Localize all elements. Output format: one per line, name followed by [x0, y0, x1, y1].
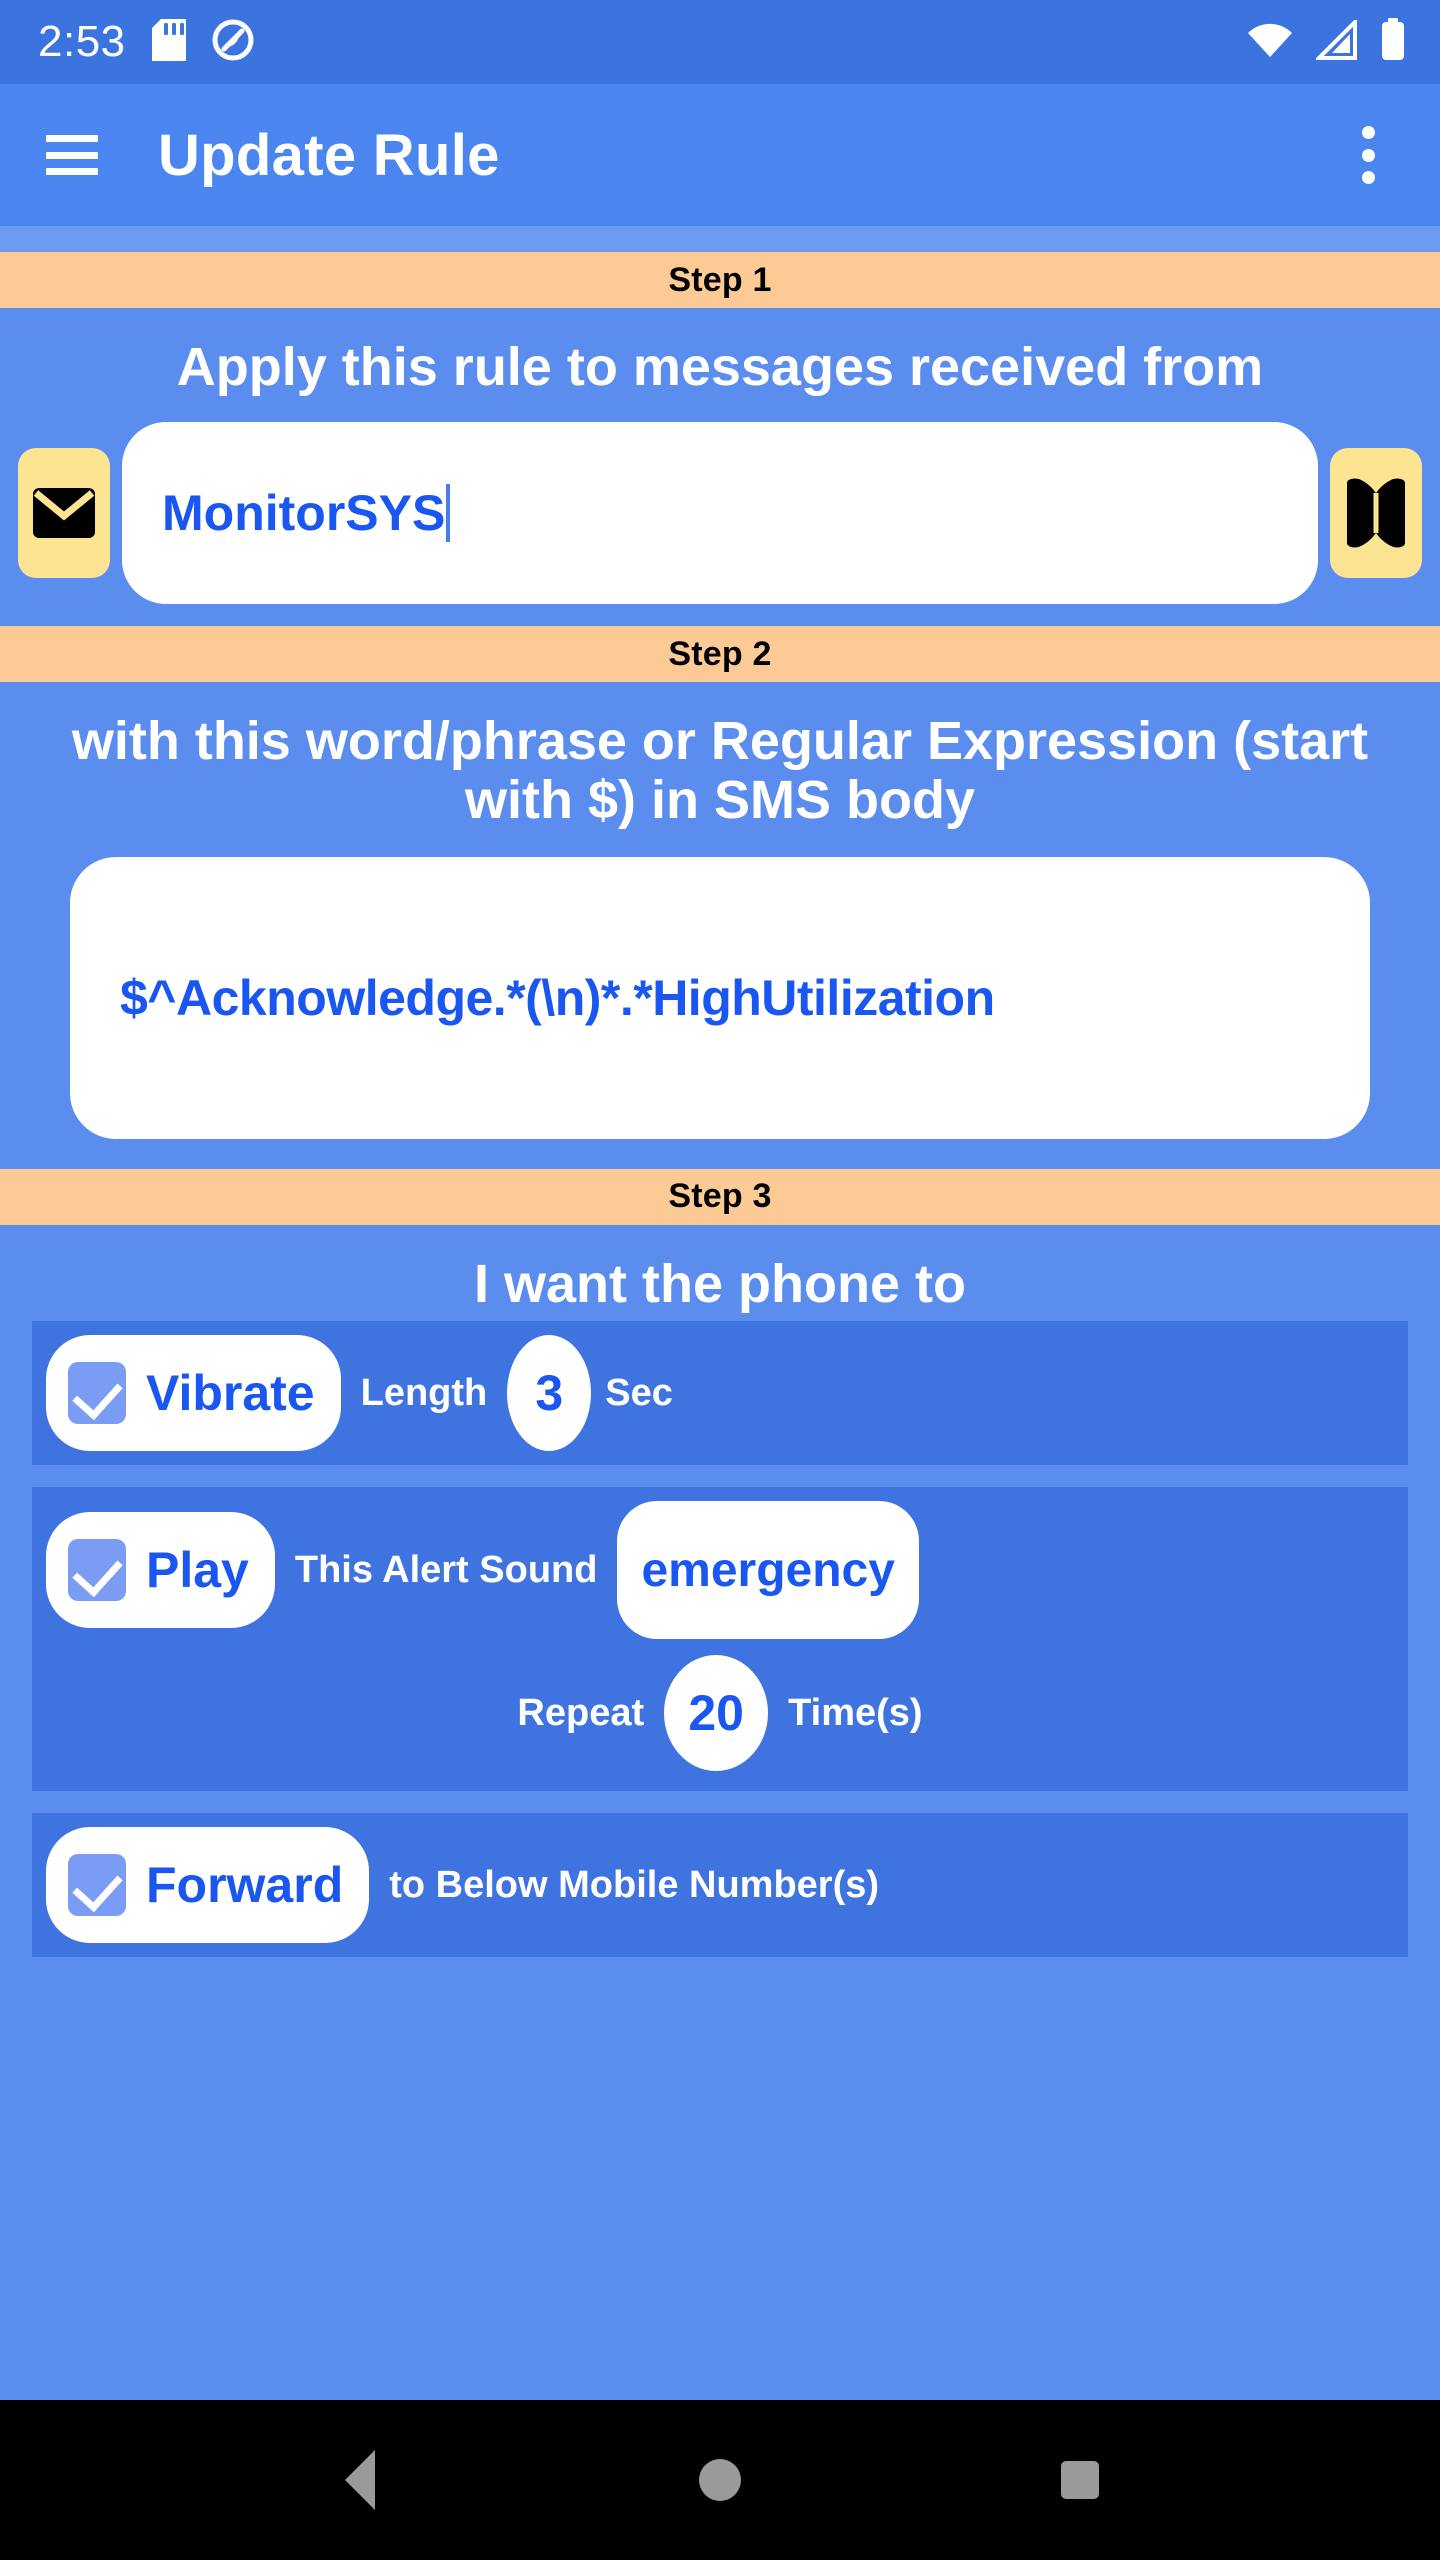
form-content: Step 1 Apply this rule to messages recei…	[0, 226, 1440, 2400]
step-3-banner: Step 3	[0, 1168, 1440, 1225]
status-bar-right	[1246, 16, 1406, 67]
step-2-heading: with this word/phrase or Regular Express…	[71, 711, 1369, 830]
action-list: Vibrate Length 3 Sec Play This Alert Sou…	[0, 1321, 1440, 1958]
alert-sound-value: emergency	[641, 1543, 895, 1597]
regex-field-wrap: $^Acknowledge.*(\n)*.*HighUtilization	[0, 837, 1440, 1169]
contacts-book-icon[interactable]	[1330, 448, 1422, 579]
vibrate-action-card: Vibrate Length 3 Sec	[32, 1321, 1408, 1466]
alert-sound-select[interactable]: emergency	[617, 1501, 919, 1640]
repeat-unit-label: Time(s)	[788, 1691, 923, 1734]
step-3-heading: I want the phone to	[474, 1253, 966, 1314]
text-cursor	[446, 484, 451, 543]
envelope-icon[interactable]	[18, 448, 110, 579]
app-bar: Update Rule	[0, 84, 1440, 226]
vibrate-row: Vibrate Length 3 Sec	[32, 1335, 1408, 1452]
forward-checkbox[interactable]	[68, 1854, 126, 1917]
play-row: Play This Alert Sound emergency	[32, 1501, 1408, 1640]
play-checkbox[interactable]	[68, 1539, 126, 1602]
forward-description: to Below Mobile Number(s)	[389, 1863, 880, 1906]
regex-input[interactable]: $^Acknowledge.*(\n)*.*HighUtilization	[70, 856, 1370, 1139]
sd-card-icon	[151, 18, 186, 66]
battery-icon	[1380, 17, 1406, 67]
vibrate-checkbox[interactable]	[68, 1362, 126, 1425]
forward-checkbox-pill[interactable]: Forward	[46, 1827, 370, 1944]
home-icon[interactable]	[660, 2420, 780, 2540]
page-title: Update Rule	[158, 122, 500, 188]
vibrate-length-input[interactable]: 3	[507, 1335, 592, 1452]
sender-input-value: MonitorSYS	[162, 485, 446, 542]
vibrate-length-value: 3	[535, 1365, 564, 1422]
do-not-disturb-icon	[212, 19, 254, 66]
vibrate-unit-label: Sec	[605, 1371, 673, 1414]
wifi-icon	[1246, 21, 1294, 64]
forward-action-card: Forward to Below Mobile Number(s)	[32, 1813, 1408, 1958]
status-clock: 2:53	[38, 17, 126, 66]
regex-input-value: $^Acknowledge.*(\n)*.*HighUtilization	[120, 969, 995, 1026]
play-label: Play	[146, 1542, 249, 1599]
step-1-banner: Step 1	[0, 252, 1440, 308]
overflow-menu-icon[interactable]	[1340, 120, 1396, 190]
step-2-label: Step 2	[668, 634, 772, 673]
status-bar: 2:53	[0, 0, 1440, 84]
play-checkbox-pill[interactable]: Play	[46, 1512, 275, 1629]
forward-row: Forward to Below Mobile Number(s)	[32, 1827, 1408, 1944]
step-1-label: Step 1	[668, 260, 772, 299]
play-sound-label: This Alert Sound	[294, 1548, 598, 1591]
vibrate-label: Vibrate	[146, 1365, 315, 1422]
content-top-strip	[0, 226, 1440, 252]
forward-label: Forward	[146, 1857, 344, 1914]
step-3-label: Step 3	[668, 1177, 772, 1216]
play-action-card: Play This Alert Sound emergency Repeat 2…	[32, 1487, 1408, 1792]
phone-screen: 2:53 Update Rule Step 1 Apply this rule …	[0, 0, 1440, 2560]
vibrate-length-label: Length	[360, 1371, 488, 1414]
sender-input[interactable]: MonitorSYS	[122, 422, 1318, 605]
repeat-row: Repeat 20 Time(s)	[32, 1639, 1408, 1777]
repeat-label: Repeat	[517, 1691, 645, 1734]
status-bar-left: 2:53	[38, 17, 254, 66]
cellular-signal-icon	[1314, 16, 1358, 65]
vibrate-checkbox-pill[interactable]: Vibrate	[46, 1335, 341, 1452]
repeat-count-value: 20	[688, 1685, 744, 1742]
step-1-heading: Apply this rule to messages received fro…	[176, 337, 1264, 397]
step-2-banner: Step 2	[0, 626, 1440, 683]
sender-row: MonitorSYS	[0, 404, 1440, 626]
android-nav-bar	[0, 2400, 1440, 2560]
repeat-count-input[interactable]: 20	[664, 1655, 769, 1772]
recents-icon[interactable]	[1020, 2420, 1140, 2540]
hamburger-menu-icon[interactable]	[46, 135, 98, 175]
back-icon[interactable]	[300, 2420, 420, 2540]
